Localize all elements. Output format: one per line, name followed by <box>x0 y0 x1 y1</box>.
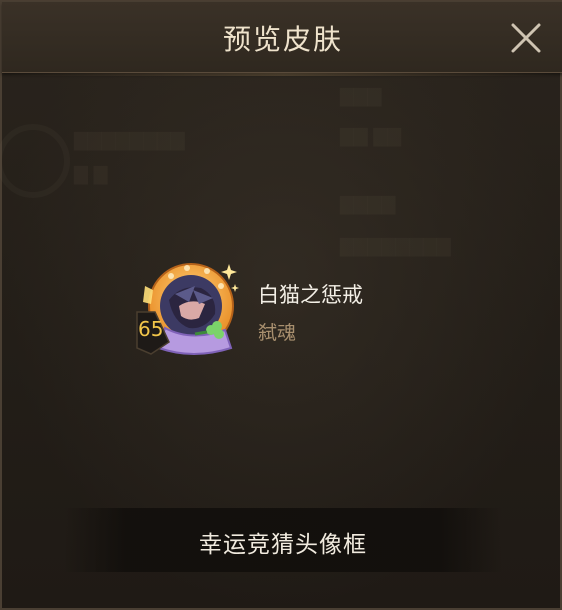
preview-skin-dialog: ▇▇▇▇▇▇▇▇ ▇ ▇ ▇▇▇ ▇▇ ▇▇ ▇▇▇▇ ▇▇▇▇▇▇▇▇ 预览皮… <box>0 0 562 610</box>
avatar-frame[interactable]: 65 <box>135 256 245 366</box>
background-ghost-text: ▇▇▇▇ <box>340 194 396 215</box>
background-ghost-text: ▇▇▇▇▇▇▇▇ <box>74 130 185 151</box>
background-ghost-text: ▇▇▇ <box>340 86 382 107</box>
level-badge: 65 <box>138 317 163 341</box>
dialog-header: 预览皮肤 <box>2 2 562 76</box>
dialog-title: 预览皮肤 <box>222 23 343 56</box>
hooded-character-avatar-icon: 65 <box>136 263 239 355</box>
background-ghost-text: ▇ ▇ <box>74 164 108 185</box>
close-icon[interactable] <box>506 18 546 58</box>
background-ghost-text: ▇▇ ▇▇ <box>340 126 402 147</box>
background-ghost-text: ▇▇▇▇▇▇▇▇ <box>340 236 451 257</box>
background-ring-shape <box>0 124 70 198</box>
skin-type: 弑魂 <box>258 322 297 344</box>
source-label: 幸运竞猜头像框 <box>199 532 367 558</box>
source-label-bar: 幸运竞猜头像框 <box>64 508 502 572</box>
skin-name: 白猫之惩戒 <box>258 283 363 307</box>
